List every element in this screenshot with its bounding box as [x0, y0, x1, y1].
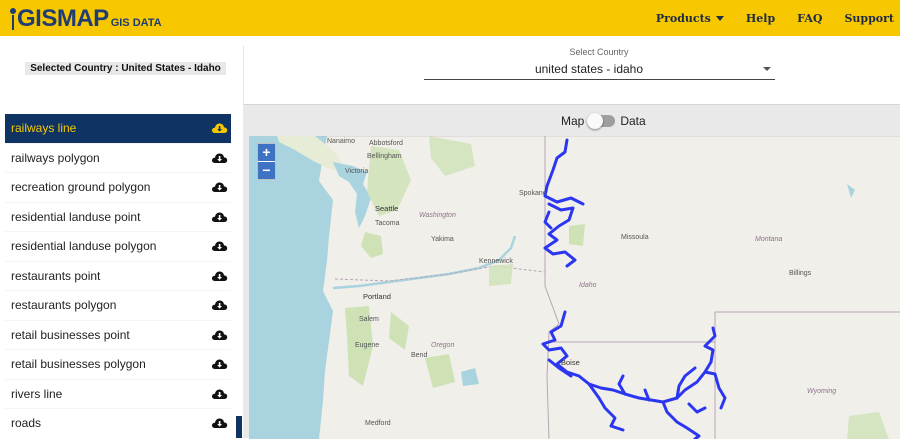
sidebar-scrollbar[interactable] — [235, 104, 243, 438]
map-label-spokane: Spokane — [519, 190, 547, 197]
sidebar-item-label: railways polygon — [11, 150, 100, 165]
map-label-kennewick: Kennewick — [479, 258, 513, 265]
map-canvas[interactable]: Nanaimo Abbotsford Bellingham Victoria S… — [249, 136, 900, 439]
nav-support[interactable]: Support — [844, 12, 894, 25]
cloud-download-icon[interactable] — [211, 210, 228, 224]
zoom-control: + − — [257, 143, 276, 180]
map-panel: Map Data Nanaimo Abbotsford Bellingham V… — [243, 104, 900, 439]
country-select[interactable]: united states - idaho — [424, 58, 775, 80]
toggle-knob[interactable] — [587, 113, 604, 129]
divider — [243, 46, 244, 104]
cloud-download-icon[interactable] — [211, 328, 228, 342]
nav-faq[interactable]: FAQ — [797, 12, 822, 25]
sidebar-item-retail-businesses-polygon[interactable]: retail businesses polygon — [5, 350, 231, 380]
sidebar-item-restaurants-polygon[interactable]: restaurants polygon — [5, 291, 231, 321]
map-label-nanaimo: Nanaimo — [327, 138, 356, 145]
map-data-toggle-row: Map Data — [561, 113, 646, 129]
chevron-down-icon — [715, 15, 724, 21]
map-label-tacoma: Tacoma — [375, 220, 400, 227]
selected-country-label: Selected Country : United States - Idaho — [25, 62, 226, 75]
map-label-salem: Salem — [359, 316, 379, 323]
sidebar-item-label: recreation ground polygon — [11, 180, 151, 195]
location-pin-icon — [10, 6, 16, 32]
sidebar-item-retail-businesses-point[interactable]: retail businesses point — [5, 321, 231, 350]
sidebar-item-label: residential landuse polygon — [11, 239, 157, 254]
cloud-download-icon[interactable] — [211, 121, 228, 135]
map-label-bend: Bend — [411, 352, 428, 359]
map-label-montana: Montana — [755, 236, 783, 243]
main-nav: Products Help FAQ Support — [634, 0, 894, 36]
dropdown-arrow-icon — [763, 67, 771, 71]
map-label-bellingham: Bellingham — [367, 153, 402, 160]
map-label-portland: Portland — [363, 292, 391, 301]
basemap — [249, 136, 900, 439]
cloud-download-icon[interactable] — [211, 180, 228, 194]
logo-subtitle: GIS DATA — [110, 17, 162, 29]
map-label-billings: Billings — [789, 270, 812, 277]
sidebar-item-restaurants-point[interactable]: restaurants point — [5, 262, 231, 291]
map-label-abbotsford: Abbotsford — [369, 140, 403, 147]
sidebar-item-residential-landuse-polygon[interactable]: residential landuse polygon — [5, 232, 231, 262]
sidebar-item-label: restaurants polygon — [11, 298, 117, 313]
cloud-download-icon[interactable] — [211, 357, 228, 371]
map-label-washington: Washington — [419, 212, 456, 219]
cloud-download-icon[interactable] — [211, 387, 228, 401]
map-data-toggle[interactable] — [587, 113, 616, 129]
sidebar-item-label: railways line — [11, 121, 77, 136]
cloud-download-icon[interactable] — [211, 239, 228, 253]
zoom-out-button[interactable]: − — [258, 162, 275, 179]
sidebar-item-label: retail businesses polygon — [11, 357, 146, 372]
layer-list: railways line railways polygon recreation … — [5, 114, 231, 438]
sidebar-item-railways-line[interactable]: railways line — [5, 114, 231, 144]
sidebar-item-label: restaurants point — [11, 268, 101, 283]
sidebar-item-label: retail businesses point — [11, 327, 130, 342]
railway-lines — [541, 138, 727, 439]
logo-text: GISMAP — [17, 5, 109, 32]
cloud-download-icon[interactable] — [211, 269, 228, 283]
sidebar-item-residential-landuse-point[interactable]: residential landuse point — [5, 203, 231, 232]
sidebar-item-railways-polygon[interactable]: railways polygon — [5, 144, 231, 173]
country-selection-bar: Selected Country : United States - Idaho… — [0, 36, 900, 104]
sidebar-item-label: roads — [11, 416, 42, 431]
map-label-oregon: Oregon — [431, 342, 455, 349]
sidebar-item-label: residential landuse point — [11, 209, 141, 224]
cloud-download-icon[interactable] — [211, 151, 228, 165]
sidebar-item-roads[interactable]: roads — [5, 409, 231, 438]
top-bar: GISMAP GIS DATA Products Help FAQ Suppor… — [0, 0, 900, 36]
toggle-label-map[interactable]: Map — [561, 114, 584, 128]
cloud-download-icon[interactable] — [211, 416, 228, 430]
sidebar-item-recreation-ground-polygon[interactable]: recreation ground polygon — [5, 173, 231, 203]
map-label-idaho: Idaho — [579, 282, 597, 289]
nav-help[interactable]: Help — [746, 12, 775, 25]
nav-products-label: Products — [655, 11, 711, 25]
sidebar-item-label: rivers line — [11, 386, 63, 401]
map-label-missoula: Missoula — [621, 234, 649, 241]
country-select-value: united states - idaho — [534, 62, 644, 76]
selected-country-panel: Selected Country : United States - Idaho — [0, 46, 243, 104]
select-country-title: Select Country — [569, 47, 629, 57]
toggle-label-data[interactable]: Data — [620, 114, 645, 128]
cloud-download-icon[interactable] — [211, 298, 228, 312]
map-label-eugene: Eugene — [355, 342, 380, 349]
map-label-wyoming: Wyoming — [807, 388, 837, 395]
nav-products[interactable]: Products — [656, 12, 724, 25]
map-label-seattle: Seattle — [375, 204, 399, 213]
sidebar-scroll-thumb[interactable] — [236, 416, 242, 438]
gismap-logo[interactable]: GISMAP GIS DATA — [10, 4, 162, 32]
map-label-victoria: Victoria — [345, 168, 369, 175]
map-label-medford: Medford — [365, 420, 391, 427]
zoom-in-button[interactable]: + — [258, 144, 275, 161]
layer-sidebar: railways line railways polygon recreation … — [0, 104, 243, 438]
map-label-yakima: Yakima — [431, 236, 454, 243]
sidebar-item-rivers-line[interactable]: rivers line — [5, 380, 231, 409]
map-label-boise: Boise — [561, 358, 580, 367]
